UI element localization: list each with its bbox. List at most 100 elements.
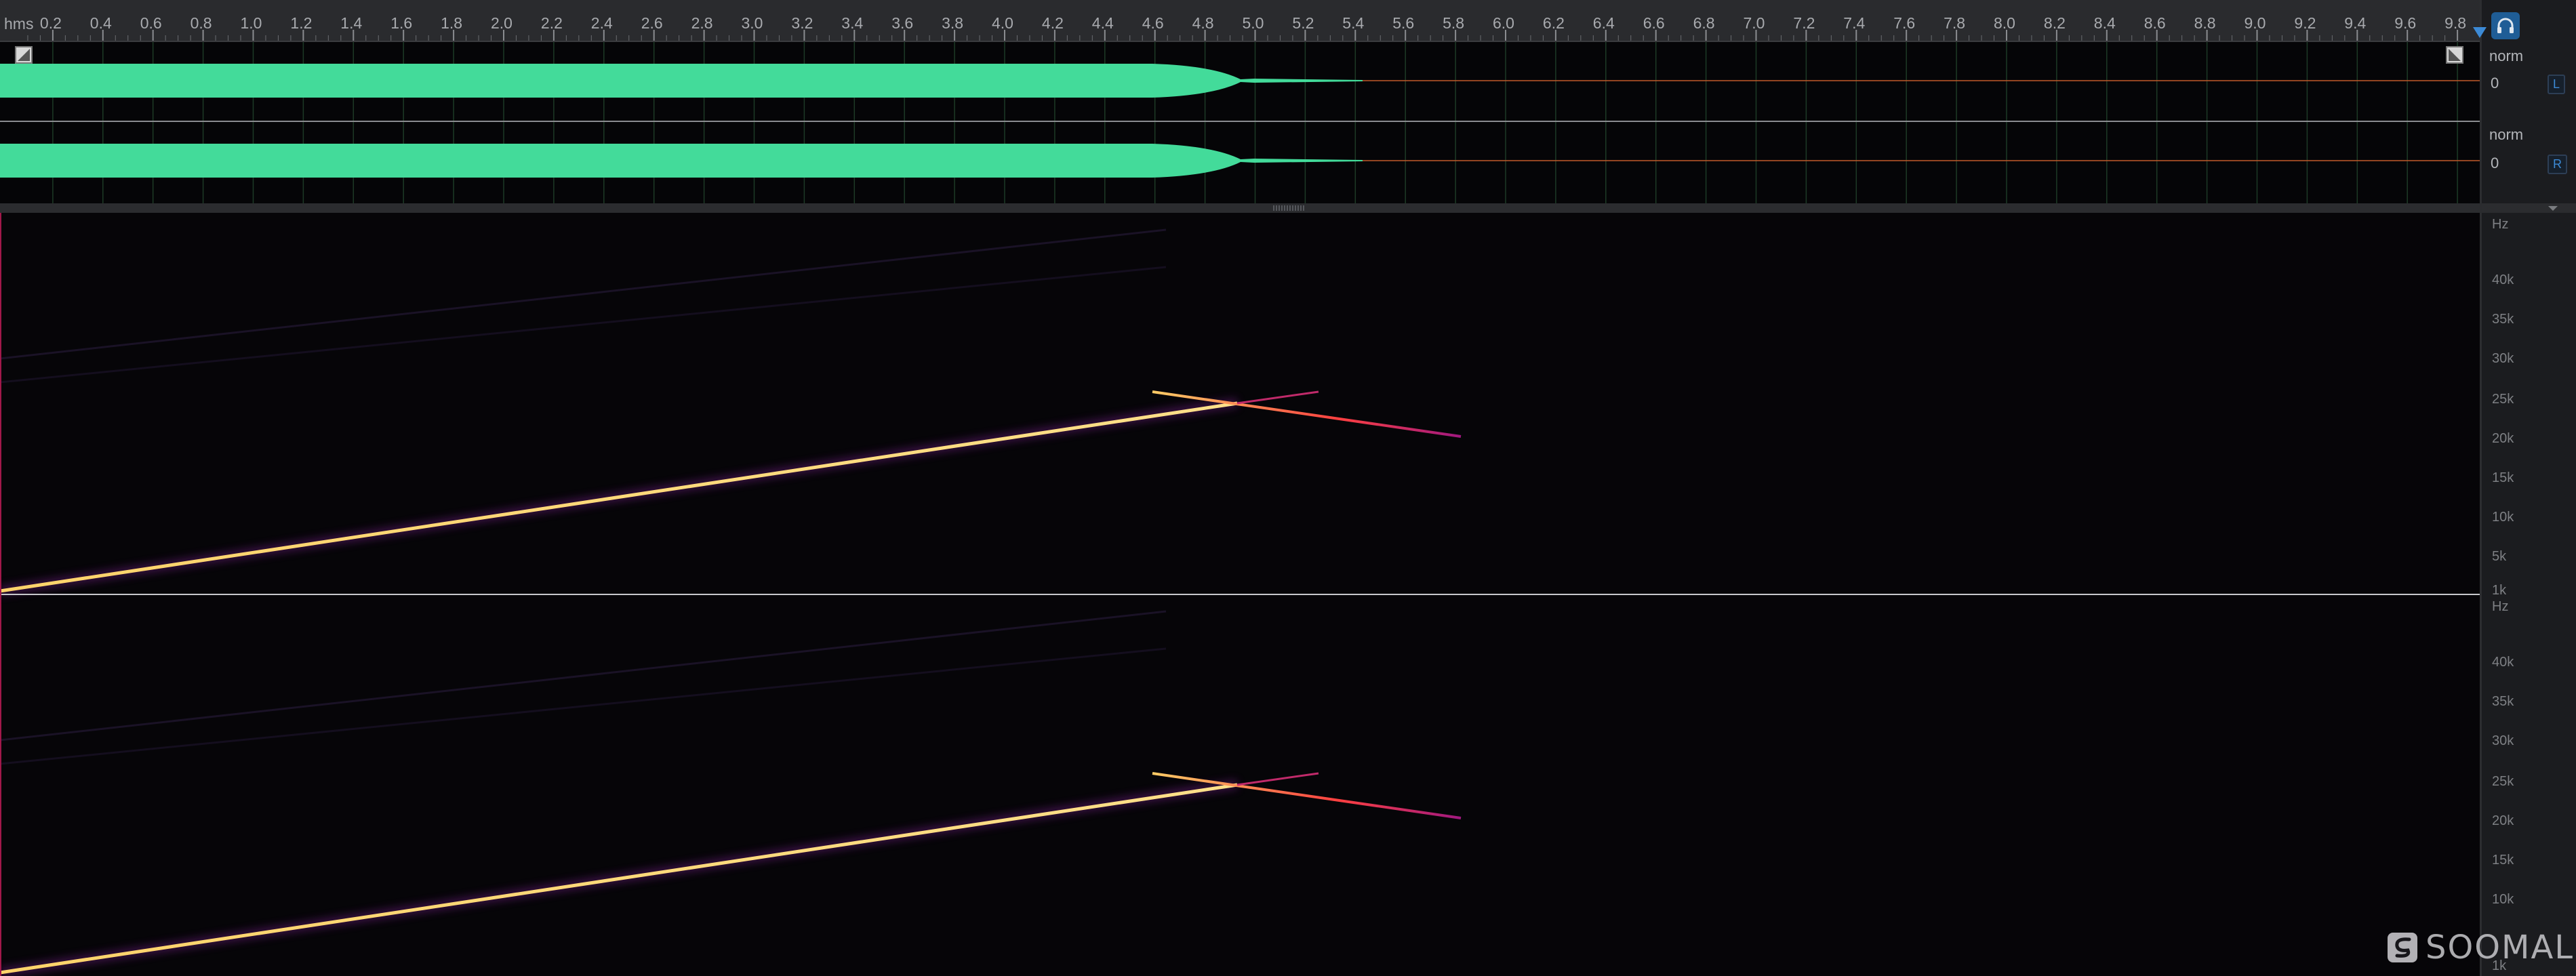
ruler-tick-label: 4.2 [1042,14,1064,32]
spectrogram-view[interactable] [0,213,2480,976]
ruler-tick-label: 1.6 [390,14,412,32]
headphones-icon [2497,18,2514,33]
waveform-view[interactable] [0,42,2480,203]
freq-label: 10k [2492,892,2514,907]
playhead-marker-icon[interactable] [2472,26,2488,39]
spectrogram-sweep-falling-l [1152,390,1462,438]
ruler-tick-label: 0.4 [90,14,112,32]
spectrogram-sweep-rising-l [0,401,1238,593]
freq-label: 40k [2492,655,2514,670]
ruler-tick-label: 3.0 [742,14,763,32]
freq-label: 1k [2492,583,2507,598]
waveform-envelope-l [0,64,1363,98]
ruler-tick-label: 6.2 [1543,14,1565,32]
watermark-text: SOOMAL [2426,929,2575,967]
channel-r-scale-label: norm [2489,126,2524,143]
ruler-tick-label: 1.2 [290,14,312,32]
freq-label: 20k [2492,813,2514,828]
ruler-tick-label: 7.2 [1793,14,1815,32]
ruler-unit-label: hms [4,15,34,33]
channel-r-zero-label: 0 [2491,155,2499,171]
ruler-tick-label: 8.8 [2194,14,2216,32]
watermark: SOOMAL [2386,929,2574,967]
channel-l-scale-label: norm [2489,47,2524,64]
ruler-tick-label: 5.2 [1292,14,1314,32]
freq-label: 15k [2492,470,2514,485]
waveform-canvas [0,42,2480,203]
freq-label: 20k [2492,431,2514,446]
ruler-tick-label: 7.0 [1744,14,1765,32]
ruler-tick-label: 7.4 [1843,14,1865,32]
ruler-tick-label: 6.4 [1593,14,1615,32]
ruler-tick-label: 8.4 [2094,14,2116,32]
freq-label: 5k [2492,549,2507,564]
headphones-button[interactable] [2491,12,2520,39]
ruler-tick-label: 0.6 [140,14,162,32]
spectrogram-sweep-falling-r [1152,772,1462,819]
ruler-tick-label: 6.0 [1493,14,1514,32]
freq-label: 25k [2492,774,2514,789]
ruler-tick-label: 8.6 [2144,14,2166,32]
ruler-tick-label: 9.2 [2294,14,2316,32]
freq-label: 10k [2492,510,2514,525]
ruler-tick-label: 2.8 [691,14,713,32]
ruler-tick-label: 3.2 [791,14,813,32]
ruler-tick-label: 3.8 [942,14,963,32]
ruler-tick-label: 4.4 [1092,14,1114,32]
ruler-tick-label: 9.4 [2344,14,2366,32]
ruler-tick-label: 5.8 [1443,14,1464,32]
chevron-down-icon[interactable] [2546,204,2560,212]
ruler-tick-label: 8.2 [2044,14,2066,32]
ruler-tick-label: 7.8 [1944,14,1965,32]
ruler-tick-label: 3.4 [841,14,863,32]
soomal-logo-icon [2388,933,2417,962]
ruler-tick-label: 9.8 [2444,14,2466,32]
spectrogram-sweep-cross-r [1236,772,1319,786]
ruler-tick-label: 8.0 [1994,14,2015,32]
spectrogram-canvas [0,213,2480,976]
freq-label: 30k [2492,733,2514,748]
spectrogram-harmonic-r [0,610,1167,741]
ruler-ticks: 0.2 0.4 0.6 0.8 1.0 1.2 1.4 1.6 1.8 2.0 2.2 2.4 2.6 2… [27,14,2466,41]
ruler-tick-label: 9.6 [2394,14,2416,32]
ruler-tick-label: 0.8 [190,14,212,32]
freq-label: 35k [2492,694,2514,709]
spectrogram-harmonic-r [0,647,1167,765]
ruler-tick-label: 4.8 [1192,14,1214,32]
ruler-tick-label: 4.0 [992,14,1013,32]
freq-label: 30k [2492,351,2514,366]
ruler-tick-label: 0.2 [40,14,62,32]
spectrogram-harmonic-l [0,266,1167,384]
ruler-tick-label: 3.6 [891,14,913,32]
ruler-tick-label: 7.6 [1893,14,1915,32]
freq-label: 15k [2492,853,2514,868]
ruler-tick-label: 1.4 [340,14,362,32]
time-ruler[interactable]: 0.2 0.4 0.6 0.8 1.0 1.2 1.4 1.6 1.8 2.0 2.2 2.4 2.6 2… [0,0,2480,42]
splitter-grip-icon[interactable] [1273,205,1304,211]
spectrogram-r-unit-label: Hz [2492,599,2509,614]
spectrogram-sweep-cross-l [1236,390,1319,405]
ruler-tick-label: 2.6 [641,14,663,32]
ruler-tick-label: 4.6 [1142,14,1164,32]
selection-start-icon[interactable] [15,46,33,64]
ruler-tick-label: 2.4 [591,14,613,32]
spectrogram-sweep-rising-r [0,783,1238,975]
ruler-tick-label: 2.0 [491,14,512,32]
freq-label: 35k [2492,312,2514,327]
spectrogram-harmonic-l [0,228,1167,360]
spectrogram-l-unit-label: Hz [2492,217,2509,232]
ruler-tick-label: 6.6 [1643,14,1665,32]
ruler-tick-label: 2.2 [541,14,563,32]
channel-l-badge[interactable]: L [2548,75,2566,94]
waveform-envelope-r [0,144,1363,178]
ruler-tick-label: 6.8 [1693,14,1715,32]
selection-end-icon[interactable] [2446,46,2463,64]
freq-label: 40k [2492,272,2514,287]
ruler-tick-label: 1.8 [441,14,462,32]
right-panel [2480,0,2576,976]
ruler-tick-label: 5.4 [1342,14,1364,32]
ruler-tick-label: 9.0 [2245,14,2266,32]
ruler-tick-label: 1.0 [241,14,262,32]
ruler-tick-label: 5.0 [1243,14,1264,32]
channel-r-badge[interactable]: R [2548,155,2567,174]
